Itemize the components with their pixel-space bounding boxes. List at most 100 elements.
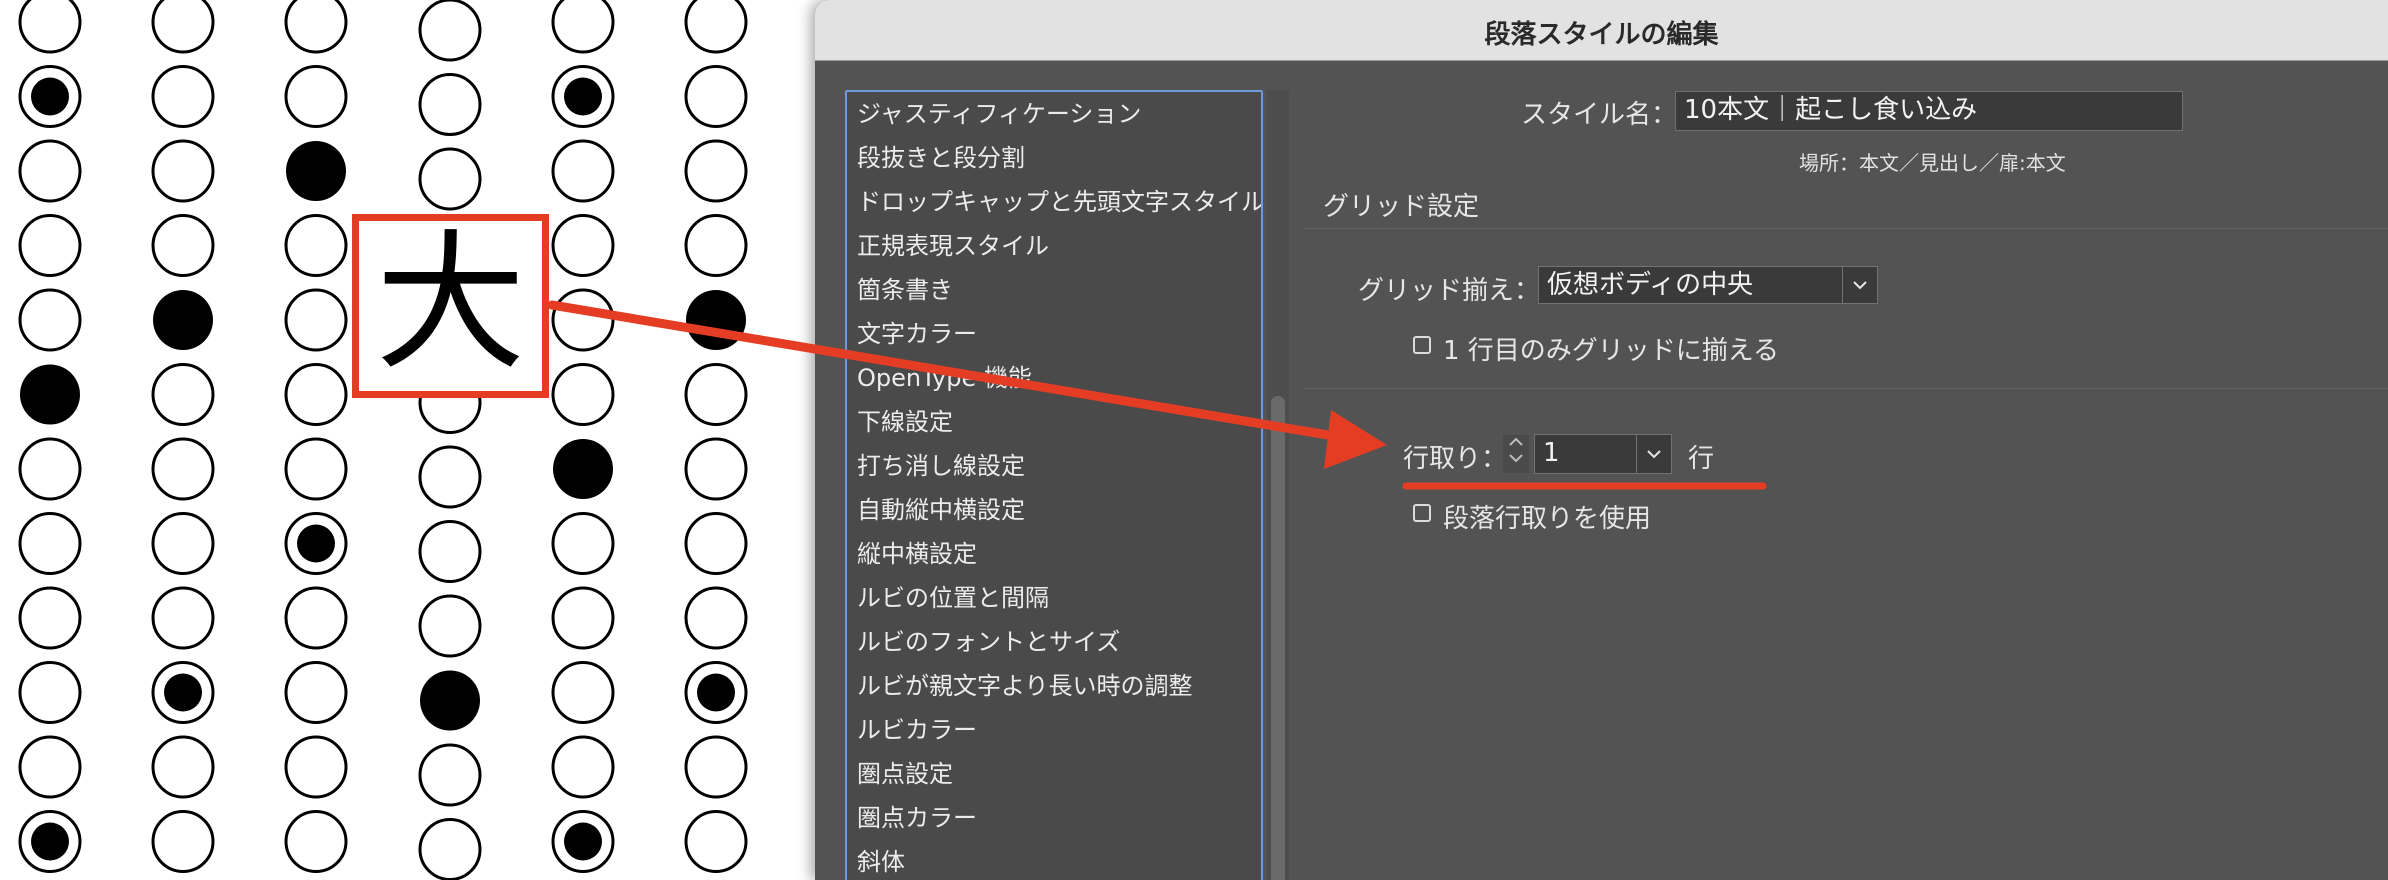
highlighted-glyph-box: 大 [352, 214, 549, 398]
chevron-down-icon[interactable] [1842, 267, 1877, 303]
pattern-dot [684, 363, 748, 426]
pattern-dot [18, 214, 82, 277]
pattern-dot-inner [697, 673, 735, 712]
pattern-dot [420, 670, 480, 731]
pattern-dot [686, 290, 746, 350]
pattern-dot [418, 73, 482, 136]
pattern-dot [418, 743, 482, 807]
pattern-dot [418, 594, 482, 658]
pattern-dot [284, 735, 348, 799]
pattern-dot [151, 586, 215, 650]
pattern-dot [151, 512, 215, 575]
pattern-dot [684, 810, 748, 873]
pattern-dot [284, 810, 348, 873]
pattern-dot [418, 0, 482, 62]
pattern-dot [18, 139, 82, 203]
paragraph-style-dialog: 段落スタイルの編集 ジャスティフィケーション 段抜きと段分割 ドロップキャップと… [815, 0, 2388, 880]
pattern-dot [551, 586, 615, 650]
category-item[interactable]: 箇条書き [847, 268, 1261, 312]
pattern-dot [418, 147, 482, 211]
category-item[interactable]: ルビのフォントとサイズ [847, 620, 1261, 664]
category-item[interactable]: ルビカラー [847, 708, 1261, 752]
pattern-dot [151, 0, 215, 54]
pattern-dot [151, 437, 215, 501]
pattern-dot-inner [564, 77, 602, 116]
pattern-dot [551, 735, 615, 799]
settings-panel: スタイル名： 10本文｜起こし食い込み 場所： 本文／見出し／扉:本文 グリッド… [1303, 0, 2388, 880]
first-line-only-label: 1 行目のみグリッドに揃える [1443, 336, 1780, 366]
category-item[interactable]: 段抜きと段分割 [847, 136, 1261, 180]
pattern-dot [684, 735, 748, 799]
category-item[interactable]: 圏点カラー [847, 796, 1261, 840]
paragraph-span-label: 段落行取りを使用 [1443, 504, 1652, 534]
pattern-dot [151, 810, 215, 873]
category-item[interactable]: ジャスティフィケーション [847, 92, 1261, 136]
pattern-dot-inner [31, 822, 69, 861]
section-divider [1303, 228, 2388, 229]
line-span-value: 1 [1543, 438, 1560, 468]
category-item[interactable]: 自動縦中横設定 [847, 488, 1261, 532]
category-item[interactable]: ルビが親文字より長い時の調整 [847, 664, 1261, 708]
pattern-dot [151, 139, 215, 203]
scrollbar-thumb[interactable] [1271, 396, 1285, 880]
category-item[interactable]: 斜体 [847, 840, 1261, 880]
line-span-combo[interactable]: 1 [1534, 434, 1672, 474]
chevron-up-icon[interactable] [1503, 435, 1529, 451]
category-list[interactable]: ジャスティフィケーション 段抜きと段分割 ドロップキャップと先頭文字スタイル 正… [845, 90, 1263, 880]
pattern-dot [20, 364, 80, 425]
pattern-dot [551, 0, 615, 54]
category-item[interactable]: 打ち消し線設定 [847, 444, 1261, 488]
category-item[interactable]: 圏点設定 [847, 752, 1261, 796]
pattern-dot [284, 437, 348, 501]
pattern-dot [151, 65, 215, 128]
category-list-scrollbar[interactable] [1267, 90, 1289, 880]
pattern-dot [684, 65, 748, 128]
pattern-dot [684, 437, 748, 501]
pattern-dot [153, 290, 213, 350]
style-name-input[interactable]: 10本文｜起こし食い込み [1675, 91, 2183, 131]
category-item[interactable]: ドロップキャップと先頭文字スタイル [847, 180, 1261, 224]
pattern-dot [551, 288, 615, 352]
pattern-dot [551, 512, 615, 575]
pattern-dot [18, 437, 82, 501]
location-label: 場所： [1799, 151, 1859, 175]
category-item[interactable]: 正規表現スタイル [847, 224, 1261, 268]
grid-align-label: グリッド揃え： [1358, 276, 1541, 306]
line-span-label: 行取り： [1403, 444, 1508, 474]
pattern-dot [151, 363, 215, 426]
first-line-only-checkbox[interactable] [1413, 336, 1431, 354]
pattern-dot [151, 735, 215, 799]
section-divider [1303, 388, 2388, 389]
pattern-dot [684, 139, 748, 203]
section-title: グリッド設定 [1323, 192, 1480, 222]
category-item[interactable]: 縦中横設定 [847, 532, 1261, 576]
pattern-dot [551, 214, 615, 277]
pattern-dot [684, 586, 748, 650]
pattern-dot-inner [31, 77, 69, 116]
pattern-dot-inner [164, 673, 202, 712]
location-value: 本文／見出し／扉:本文 [1859, 151, 2066, 175]
style-name-label: スタイル名： [1521, 100, 1678, 130]
chevron-down-icon[interactable] [1503, 451, 1529, 467]
category-item[interactable]: 下線設定 [847, 400, 1261, 444]
line-span-unit: 行 [1688, 444, 1715, 474]
pattern-dot [284, 0, 348, 54]
category-item[interactable]: OpenType 機能 [847, 356, 1261, 400]
grid-align-select[interactable]: 仮想ボディの中央 [1538, 266, 1878, 304]
paragraph-span-checkbox[interactable] [1413, 504, 1431, 522]
category-item[interactable]: ルビの位置と間隔 [847, 576, 1261, 620]
grid-align-value: 仮想ボディの中央 [1547, 270, 1754, 300]
pattern-dot [551, 139, 615, 203]
pattern-dot [18, 735, 82, 799]
pattern-dot [284, 288, 348, 352]
category-item[interactable]: 文字カラー [847, 312, 1261, 356]
pattern-dot [18, 586, 82, 650]
pattern-dot [553, 439, 613, 499]
chevron-down-icon[interactable] [1636, 435, 1671, 473]
pattern-dot [151, 214, 215, 277]
pattern-dot [684, 512, 748, 575]
pattern-dot [551, 363, 615, 426]
pattern-dot [284, 65, 348, 128]
line-span-stepper[interactable] [1503, 435, 1529, 473]
pattern-dot [18, 0, 82, 54]
